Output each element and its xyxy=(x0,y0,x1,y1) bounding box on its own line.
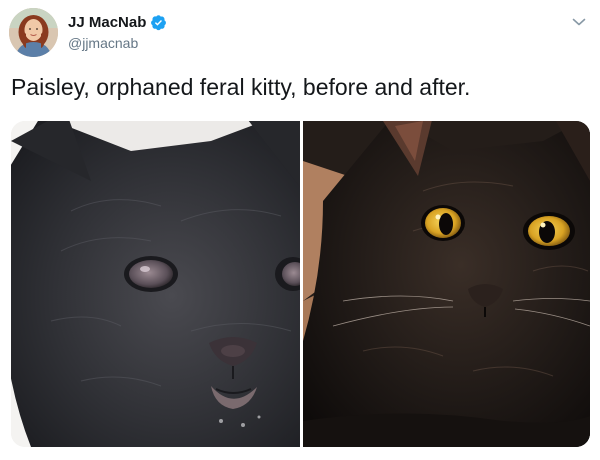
avatar-photo xyxy=(9,8,58,57)
author-avatar[interactable] xyxy=(9,8,58,57)
cat-after-photo[interactable] xyxy=(303,121,590,447)
verified-badge-icon xyxy=(150,14,167,31)
tweet-card: JJ MacNab @jjmacnab Paisley, orphaned fe… xyxy=(0,0,600,460)
author-display-name[interactable]: JJ MacNab xyxy=(68,14,146,31)
kitten-before-photo[interactable] xyxy=(11,121,300,447)
tweet-text: Paisley, orphaned feral kitty, before an… xyxy=(11,74,471,100)
tweet-media[interactable] xyxy=(11,121,590,447)
chevron-down-icon[interactable] xyxy=(570,13,588,31)
author-handle[interactable]: @jjmacnab xyxy=(68,35,167,51)
author-block: JJ MacNab @jjmacnab xyxy=(68,12,167,51)
